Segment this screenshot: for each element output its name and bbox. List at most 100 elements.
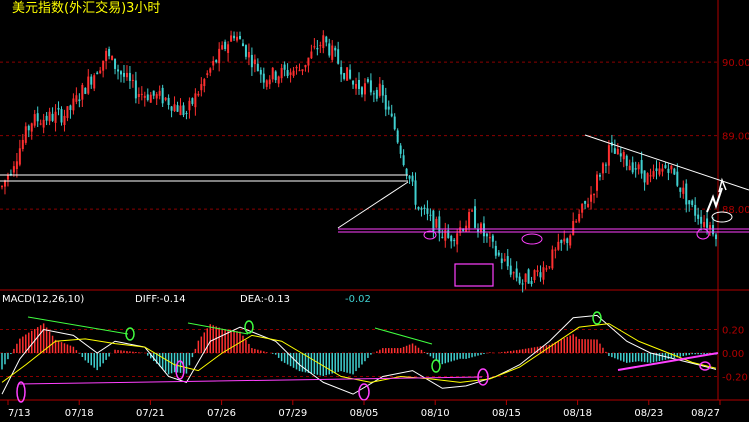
candle-body [414,180,417,205]
candlesticks [1,30,717,293]
macd-tick-label: 0.00 [722,349,744,360]
time-tick-label: 08/23 [634,408,663,419]
candle-body [87,76,90,94]
candle-body [384,95,387,110]
candle-body [185,112,188,114]
candle-body [120,71,122,75]
candle-body [292,70,295,76]
time-tick-label: 08/15 [492,408,521,419]
candle-body [33,114,36,126]
candle-body [12,166,15,173]
candle-body [164,97,167,100]
candle-body [170,106,173,111]
candle-body [241,43,244,47]
candle-body [399,145,402,154]
candle-body [99,70,102,74]
candle-body [84,87,87,94]
candle-body [295,66,298,69]
candle-body [527,269,530,284]
candle-body [417,206,420,210]
candle-body [545,268,548,270]
candle-body [578,213,581,222]
candle-body [143,95,146,98]
candle-body [176,105,179,112]
candle-body [491,235,494,242]
candle-body [63,115,66,126]
candle-body [140,93,143,95]
candle-body [51,113,54,121]
candle-body [474,206,477,228]
candle-body [601,163,604,174]
candle-body [301,69,304,72]
candle-body [643,170,646,183]
candle-body [533,270,536,281]
time-axis-labels: 7/13 07/18 07/21 07/26 07/29 08/05 08/10 08/15 0… [7,400,721,419]
candle-body [343,73,346,79]
candle-body [613,148,616,154]
candle-body [506,256,509,267]
candle-body [703,222,706,227]
candle-body [283,64,286,70]
candle-body [628,165,631,171]
candle-body [215,59,218,63]
candle-body [500,258,503,264]
candle-body [108,48,111,57]
candle-body [212,60,215,66]
candle-body [590,194,593,202]
price-tick-label: 90.00 [722,58,749,69]
magenta-marker [16,381,26,403]
candle-body [137,94,140,98]
candle-body [331,45,334,60]
candle-body [158,90,161,96]
candle-body [557,241,560,250]
candle-body [268,79,271,85]
candle-body [256,63,259,72]
candle-body [658,168,661,175]
candle-body [587,203,590,208]
candle-body [518,276,521,284]
candle-body [66,106,69,118]
chart-title: 美元指数(外汇交易)3小时 [12,0,160,16]
candle-body [230,35,233,42]
candle-body [563,238,566,242]
candle-body [691,200,694,206]
candle-body [21,139,24,149]
candle-body [566,238,569,244]
candle-body [438,216,441,234]
candle-body [90,76,93,85]
candle-body [593,194,596,196]
candle-body [429,214,432,216]
candle-body [456,233,459,245]
time-tick-label: 08/10 [421,408,450,419]
candle-body [161,87,164,104]
time-tick-label: 7/13 [8,408,30,419]
candle-body [125,72,128,78]
macd-tick-labels: 0.20 0.00 -0.20 [722,326,748,384]
price-tick-label: 88.00 [722,205,749,216]
candle-body [637,164,640,170]
candle-body [253,59,256,65]
candle-body [664,165,667,169]
candle-body [512,272,515,274]
candle-body [435,218,438,228]
candle-body [604,164,607,166]
candle-body [316,48,319,50]
candle-body [598,174,601,177]
candle-body [581,203,584,213]
candle-body [259,69,262,75]
candle-body [697,214,700,219]
candle-body [387,106,390,110]
candle-body [78,99,81,102]
candle-body [548,266,551,268]
candle-body [468,212,471,229]
candle-body [682,187,685,194]
candle-body [36,113,39,122]
candle-body [360,87,363,95]
touch-circle [521,233,543,245]
candle-body [372,93,375,95]
triangle-upper-edge [337,181,409,229]
candle-body [30,123,33,132]
candle-body [584,200,587,204]
candle-body [167,97,170,105]
magenta-marker [358,383,370,401]
